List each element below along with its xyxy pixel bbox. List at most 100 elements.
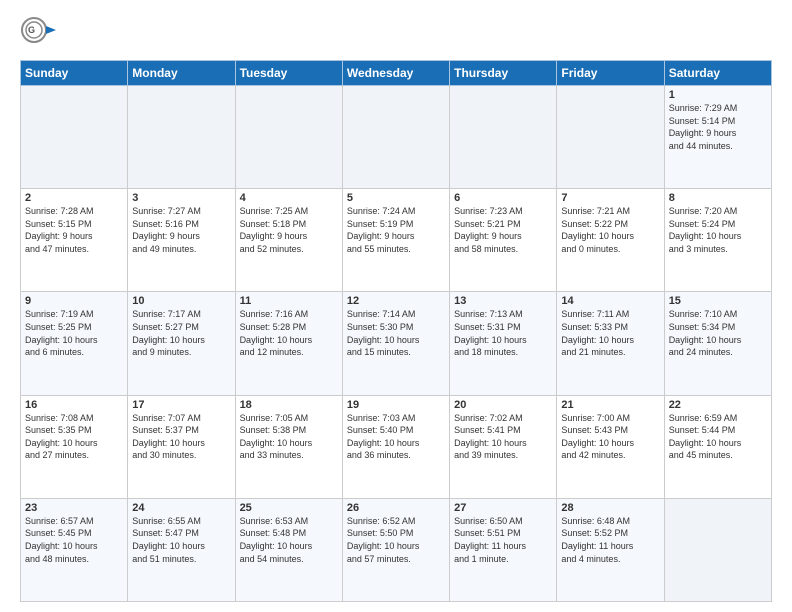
calendar-cell: 9Sunrise: 7:19 AM Sunset: 5:25 PM Daylig… [21,292,128,395]
day-number: 4 [240,192,338,204]
calendar-cell: 21Sunrise: 7:00 AM Sunset: 5:43 PM Dayli… [557,395,664,498]
day-number: 19 [347,399,445,411]
weekday-header-friday: Friday [557,61,664,86]
day-number: 26 [347,502,445,514]
calendar-cell: 4Sunrise: 7:25 AM Sunset: 5:18 PM Daylig… [235,189,342,292]
calendar-cell [450,86,557,189]
calendar-cell: 6Sunrise: 7:23 AM Sunset: 5:21 PM Daylig… [450,189,557,292]
calendar-cell: 26Sunrise: 6:52 AM Sunset: 5:50 PM Dayli… [342,498,449,601]
day-info: Sunrise: 6:57 AM Sunset: 5:45 PM Dayligh… [25,515,123,565]
calendar-week-4: 16Sunrise: 7:08 AM Sunset: 5:35 PM Dayli… [21,395,772,498]
calendar-cell [21,86,128,189]
calendar-cell: 8Sunrise: 7:20 AM Sunset: 5:24 PM Daylig… [664,189,771,292]
page-header: G [20,16,772,52]
day-info: Sunrise: 7:03 AM Sunset: 5:40 PM Dayligh… [347,412,445,462]
calendar-cell [664,498,771,601]
day-info: Sunrise: 7:21 AM Sunset: 5:22 PM Dayligh… [561,205,659,255]
day-info: Sunrise: 7:07 AM Sunset: 5:37 PM Dayligh… [132,412,230,462]
day-number: 20 [454,399,552,411]
day-info: Sunrise: 7:27 AM Sunset: 5:16 PM Dayligh… [132,205,230,255]
day-info: Sunrise: 7:19 AM Sunset: 5:25 PM Dayligh… [25,308,123,358]
day-info: Sunrise: 7:20 AM Sunset: 5:24 PM Dayligh… [669,205,767,255]
calendar-cell: 22Sunrise: 6:59 AM Sunset: 5:44 PM Dayli… [664,395,771,498]
calendar-cell [342,86,449,189]
calendar-week-1: 1Sunrise: 7:29 AM Sunset: 5:14 PM Daylig… [21,86,772,189]
day-number: 12 [347,295,445,307]
calendar-cell: 16Sunrise: 7:08 AM Sunset: 5:35 PM Dayli… [21,395,128,498]
weekday-header-saturday: Saturday [664,61,771,86]
calendar-cell: 20Sunrise: 7:02 AM Sunset: 5:41 PM Dayli… [450,395,557,498]
day-number: 17 [132,399,230,411]
day-info: Sunrise: 7:17 AM Sunset: 5:27 PM Dayligh… [132,308,230,358]
day-info: Sunrise: 7:28 AM Sunset: 5:15 PM Dayligh… [25,205,123,255]
calendar-cell: 18Sunrise: 7:05 AM Sunset: 5:38 PM Dayli… [235,395,342,498]
calendar-cell: 17Sunrise: 7:07 AM Sunset: 5:37 PM Dayli… [128,395,235,498]
weekday-header-thursday: Thursday [450,61,557,86]
day-number: 21 [561,399,659,411]
logo: G [20,16,58,52]
calendar-cell: 11Sunrise: 7:16 AM Sunset: 5:28 PM Dayli… [235,292,342,395]
day-info: Sunrise: 7:14 AM Sunset: 5:30 PM Dayligh… [347,308,445,358]
calendar-cell [128,86,235,189]
day-number: 6 [454,192,552,204]
day-info: Sunrise: 7:13 AM Sunset: 5:31 PM Dayligh… [454,308,552,358]
calendar-cell: 1Sunrise: 7:29 AM Sunset: 5:14 PM Daylig… [664,86,771,189]
calendar-week-5: 23Sunrise: 6:57 AM Sunset: 5:45 PM Dayli… [21,498,772,601]
day-number: 8 [669,192,767,204]
day-number: 27 [454,502,552,514]
day-info: Sunrise: 6:53 AM Sunset: 5:48 PM Dayligh… [240,515,338,565]
day-number: 13 [454,295,552,307]
svg-text:G: G [28,25,35,35]
calendar-cell: 27Sunrise: 6:50 AM Sunset: 5:51 PM Dayli… [450,498,557,601]
calendar-header-row: SundayMondayTuesdayWednesdayThursdayFrid… [21,61,772,86]
day-info: Sunrise: 7:29 AM Sunset: 5:14 PM Dayligh… [669,102,767,152]
calendar-cell [557,86,664,189]
day-info: Sunrise: 7:16 AM Sunset: 5:28 PM Dayligh… [240,308,338,358]
day-info: Sunrise: 7:00 AM Sunset: 5:43 PM Dayligh… [561,412,659,462]
calendar-table: SundayMondayTuesdayWednesdayThursdayFrid… [20,60,772,602]
day-info: Sunrise: 7:24 AM Sunset: 5:19 PM Dayligh… [347,205,445,255]
day-number: 18 [240,399,338,411]
calendar-cell: 13Sunrise: 7:13 AM Sunset: 5:31 PM Dayli… [450,292,557,395]
calendar-cell: 19Sunrise: 7:03 AM Sunset: 5:40 PM Dayli… [342,395,449,498]
day-number: 14 [561,295,659,307]
day-number: 15 [669,295,767,307]
weekday-header-tuesday: Tuesday [235,61,342,86]
calendar-cell: 5Sunrise: 7:24 AM Sunset: 5:19 PM Daylig… [342,189,449,292]
day-number: 7 [561,192,659,204]
calendar-cell: 10Sunrise: 7:17 AM Sunset: 5:27 PM Dayli… [128,292,235,395]
day-number: 28 [561,502,659,514]
day-number: 5 [347,192,445,204]
calendar-cell: 24Sunrise: 6:55 AM Sunset: 5:47 PM Dayli… [128,498,235,601]
logo-icon: G [20,16,56,52]
calendar-cell: 28Sunrise: 6:48 AM Sunset: 5:52 PM Dayli… [557,498,664,601]
day-info: Sunrise: 6:48 AM Sunset: 5:52 PM Dayligh… [561,515,659,565]
day-info: Sunrise: 7:23 AM Sunset: 5:21 PM Dayligh… [454,205,552,255]
calendar-cell: 2Sunrise: 7:28 AM Sunset: 5:15 PM Daylig… [21,189,128,292]
day-info: Sunrise: 6:55 AM Sunset: 5:47 PM Dayligh… [132,515,230,565]
day-number: 23 [25,502,123,514]
day-info: Sunrise: 7:05 AM Sunset: 5:38 PM Dayligh… [240,412,338,462]
calendar-body: 1Sunrise: 7:29 AM Sunset: 5:14 PM Daylig… [21,86,772,602]
day-number: 16 [25,399,123,411]
day-number: 3 [132,192,230,204]
calendar-cell: 7Sunrise: 7:21 AM Sunset: 5:22 PM Daylig… [557,189,664,292]
day-number: 9 [25,295,123,307]
calendar-week-3: 9Sunrise: 7:19 AM Sunset: 5:25 PM Daylig… [21,292,772,395]
calendar-cell: 14Sunrise: 7:11 AM Sunset: 5:33 PM Dayli… [557,292,664,395]
day-info: Sunrise: 7:02 AM Sunset: 5:41 PM Dayligh… [454,412,552,462]
weekday-header-wednesday: Wednesday [342,61,449,86]
day-number: 25 [240,502,338,514]
day-number: 1 [669,89,767,101]
day-info: Sunrise: 6:50 AM Sunset: 5:51 PM Dayligh… [454,515,552,565]
day-number: 22 [669,399,767,411]
day-info: Sunrise: 7:08 AM Sunset: 5:35 PM Dayligh… [25,412,123,462]
calendar-cell [235,86,342,189]
calendar-cell: 12Sunrise: 7:14 AM Sunset: 5:30 PM Dayli… [342,292,449,395]
day-info: Sunrise: 6:52 AM Sunset: 5:50 PM Dayligh… [347,515,445,565]
day-number: 11 [240,295,338,307]
calendar-cell: 3Sunrise: 7:27 AM Sunset: 5:16 PM Daylig… [128,189,235,292]
day-info: Sunrise: 7:25 AM Sunset: 5:18 PM Dayligh… [240,205,338,255]
calendar-cell: 15Sunrise: 7:10 AM Sunset: 5:34 PM Dayli… [664,292,771,395]
calendar-cell: 23Sunrise: 6:57 AM Sunset: 5:45 PM Dayli… [21,498,128,601]
